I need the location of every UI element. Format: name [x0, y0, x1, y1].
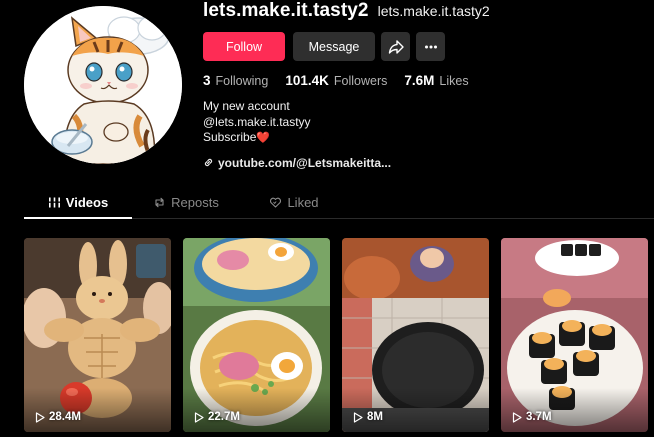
more-icon: [424, 45, 437, 48]
avatar[interactable]: [24, 6, 182, 164]
grid-icon: [48, 197, 60, 207]
view-count-text: 28.4M: [49, 411, 81, 423]
play-icon: [353, 411, 363, 423]
view-count: 3.7M: [512, 411, 552, 423]
view-count: 8M: [353, 411, 383, 423]
action-row: Follow Message: [203, 32, 643, 61]
message-button[interactable]: Message: [293, 32, 375, 61]
username: lets.make.it.tasty2: [203, 0, 369, 21]
tab-liked[interactable]: Liked: [240, 186, 348, 218]
video-card[interactable]: 28.4M: [24, 238, 171, 432]
bio-line-2: @lets.make.it.tastyy: [203, 114, 311, 129]
play-icon: [35, 411, 45, 423]
profile-page: lets.make.it.tasty2 lets.make.it.tasty2 …: [0, 0, 654, 437]
bio: My new account @lets.make.it.tastyy Subs…: [203, 99, 643, 147]
video-grid: 28.4M 22.7M 8M 3.7M: [24, 238, 654, 432]
link-icon: [204, 158, 213, 167]
tab-liked-label: Liked: [287, 194, 319, 210]
profile-link-text[interactable]: youtube.com/@Letsmakeitta...: [218, 156, 391, 170]
video-thumbnail-frying-pan: [342, 238, 489, 432]
share-button[interactable]: [381, 32, 410, 61]
stats-row: 3 Following 101.4K Followers 7.6M Likes: [203, 73, 643, 88]
profile-link[interactable]: youtube.com/@Letsmakeitta...: [203, 156, 643, 170]
view-count: 22.7M: [194, 411, 240, 423]
tab-reposts-label: Reposts: [171, 194, 219, 210]
play-icon: [512, 411, 522, 423]
video-thumbnail-ramen: [183, 238, 330, 432]
heart-outline-icon: [270, 197, 282, 208]
following-label[interactable]: Following: [216, 74, 269, 88]
video-card[interactable]: 8M: [342, 238, 489, 432]
video-card[interactable]: 3.7M: [501, 238, 648, 432]
view-count: 28.4M: [35, 411, 81, 423]
following-count[interactable]: 3: [203, 73, 211, 88]
repost-icon: [155, 197, 164, 207]
video-card[interactable]: 22.7M: [183, 238, 330, 432]
likes-label: Likes: [439, 74, 469, 88]
name-row: lets.make.it.tasty2 lets.make.it.tasty2: [203, 0, 643, 24]
play-icon: [194, 411, 204, 423]
heart-emoji: ❤️: [256, 132, 271, 144]
video-thumbnail-sushi-rolls: [501, 238, 648, 432]
profile-info: lets.make.it.tasty2 lets.make.it.tasty2 …: [203, 0, 643, 170]
tab-videos-label: Videos: [65, 194, 109, 210]
cartoon-cat-chef-avatar: [24, 6, 182, 164]
bio-line-3: Subscribe❤️: [203, 130, 643, 147]
followers-count[interactable]: 101.4K: [285, 73, 329, 88]
more-button[interactable]: [416, 32, 445, 61]
video-thumbnail-bread-bunny: [24, 238, 171, 432]
view-count-text: 8M: [367, 411, 383, 423]
profile-tabs: Videos Reposts Liked: [24, 186, 654, 219]
follow-button[interactable]: Follow: [203, 32, 285, 61]
display-name: lets.make.it.tasty2: [377, 3, 490, 19]
followers-label[interactable]: Followers: [334, 74, 388, 88]
share-icon: [388, 39, 404, 54]
view-count-text: 3.7M: [526, 411, 552, 423]
tab-reposts[interactable]: Reposts: [132, 186, 240, 218]
tab-videos[interactable]: Videos: [24, 186, 132, 219]
bio-subscribe-text: Subscribe: [203, 130, 257, 144]
likes-count: 7.6M: [404, 73, 435, 88]
view-count-text: 22.7M: [208, 411, 240, 423]
bio-line-1: My new account: [203, 99, 290, 113]
